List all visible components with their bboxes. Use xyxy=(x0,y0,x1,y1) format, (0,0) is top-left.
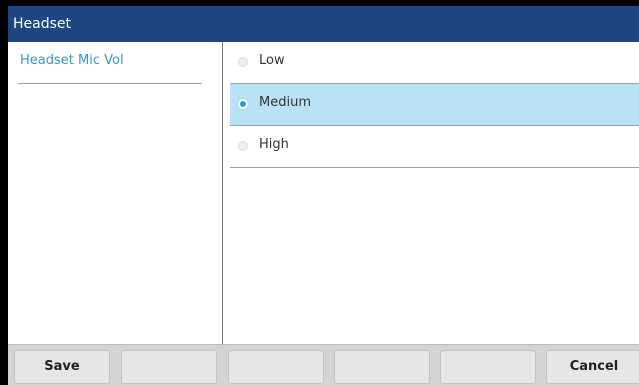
sidebar-item-headset-mic-vol[interactable]: Headset Mic Vol xyxy=(18,42,202,84)
option-high[interactable]: High xyxy=(230,126,639,168)
volume-options-list: Low Medium High xyxy=(223,42,639,344)
softkey-5[interactable] xyxy=(440,350,536,384)
sidebar-item-label: Headset Mic Vol xyxy=(20,53,124,68)
cancel-button[interactable]: Cancel xyxy=(546,350,639,384)
option-label: High xyxy=(259,137,289,152)
radio-icon xyxy=(238,57,248,67)
option-medium[interactable]: Medium xyxy=(230,84,639,126)
radio-icon xyxy=(238,141,248,151)
phone-screen: Headset Headset Mic Vol Low Medium High … xyxy=(8,6,639,385)
screen-title: Headset xyxy=(8,6,639,42)
option-low[interactable]: Low xyxy=(230,42,639,84)
radio-selected-icon xyxy=(238,99,248,109)
softkey-bar: Save Cancel xyxy=(8,344,639,385)
option-label: Low xyxy=(259,53,285,68)
save-button[interactable]: Save xyxy=(14,350,110,384)
settings-sidebar: Headset Mic Vol xyxy=(8,42,223,344)
option-label: Medium xyxy=(259,95,311,110)
softkey-2[interactable] xyxy=(121,350,217,384)
softkey-4[interactable] xyxy=(334,350,430,384)
softkey-3[interactable] xyxy=(228,350,324,384)
